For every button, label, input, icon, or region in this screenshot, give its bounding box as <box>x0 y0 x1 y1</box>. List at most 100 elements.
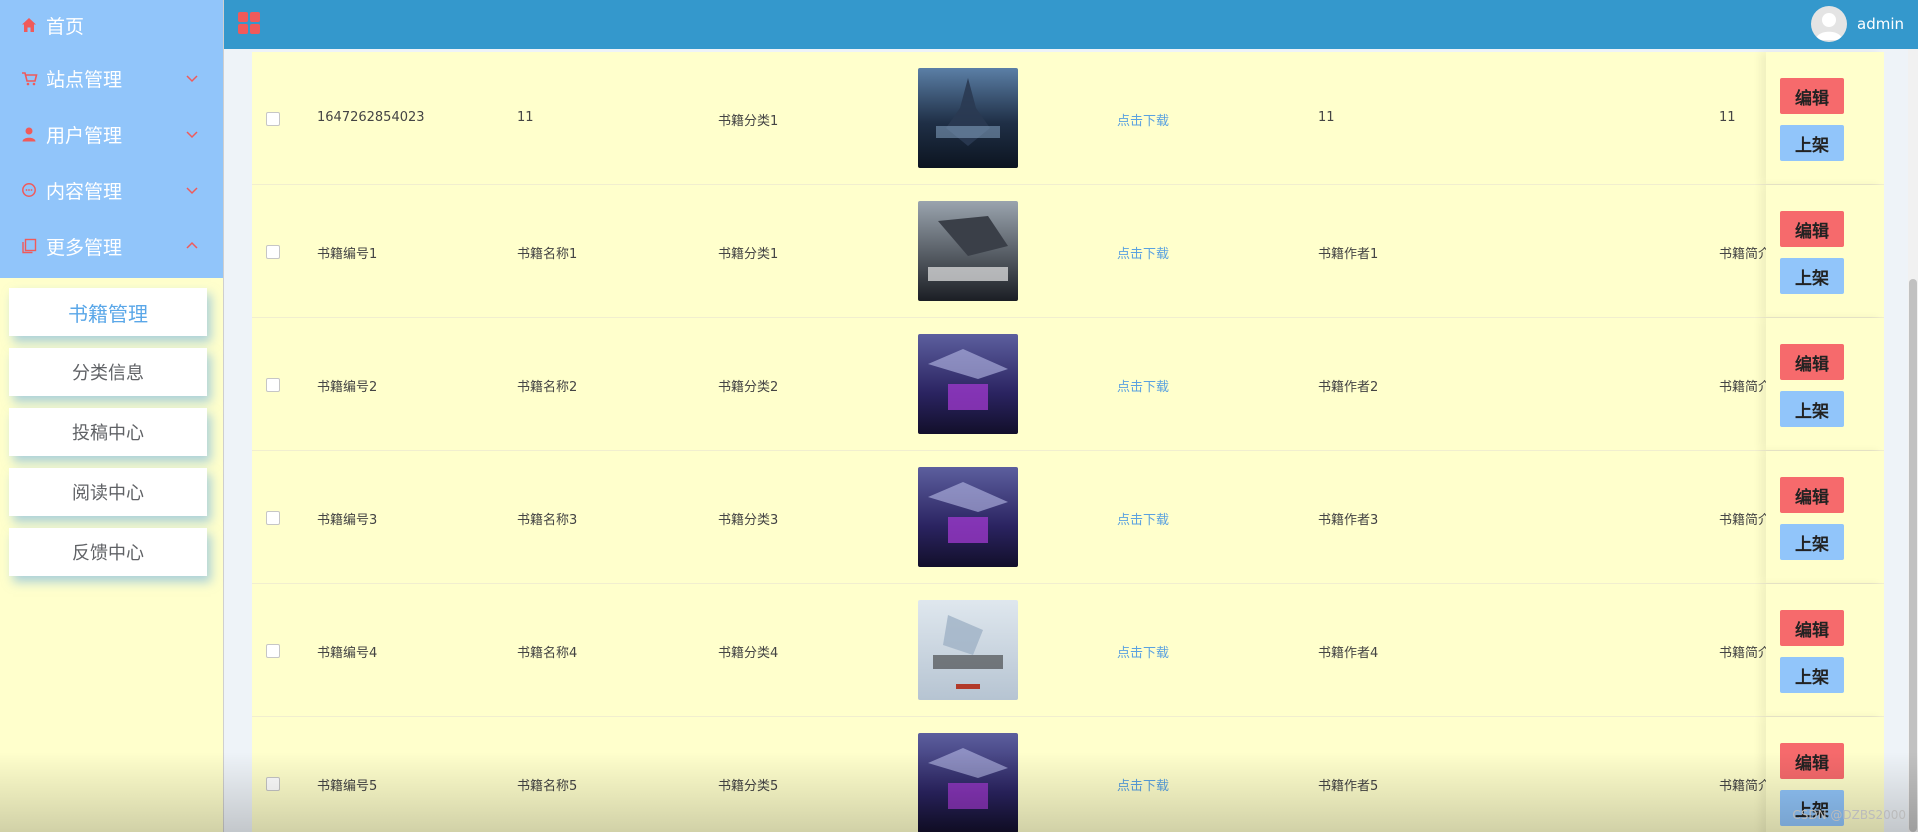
book-id: 书籍编号2 <box>317 380 378 395</box>
book-id: 书籍编号4 <box>317 646 378 661</box>
book-category: 书籍分类3 <box>718 513 779 528</box>
sidebar: 首页 站点管理 用户管理 内容管理 更多管理 书籍管理 分类信息 投稿中心 阅读… <box>0 0 224 832</box>
submenu-item-books[interactable]: 书籍管理 <box>9 288 207 336</box>
table-row: 1647262854023 11 书籍分类1 点击下载 11 11 编辑 上架 <box>252 52 1884 185</box>
action-column: 编辑 上架 <box>1766 451 1884 583</box>
sidebar-item-label: 内容管理 <box>46 180 123 203</box>
chevron-up-icon <box>186 241 198 249</box>
edit-button[interactable]: 编辑 <box>1780 211 1844 247</box>
shelf-button[interactable]: 上架 <box>1780 524 1844 560</box>
book-name: 11 <box>517 110 534 125</box>
book-category: 书籍分类4 <box>718 646 779 661</box>
submenu-item-categories[interactable]: 分类信息 <box>9 348 207 396</box>
book-author: 11 <box>1318 110 1335 125</box>
username: admin <box>1857 15 1904 33</box>
book-cover-image <box>918 68 1018 168</box>
scrollbar[interactable] <box>1908 49 1918 832</box>
row-checkbox[interactable] <box>266 112 280 126</box>
book-cover-image <box>918 600 1018 700</box>
shelf-button[interactable]: 上架 <box>1780 657 1844 693</box>
grid-icon[interactable] <box>238 12 260 34</box>
avatar <box>1811 6 1847 42</box>
submenu-item-feedback[interactable]: 反馈中心 <box>9 528 207 576</box>
book-cover-image <box>918 467 1018 567</box>
sidebar-menu: 首页 站点管理 用户管理 内容管理 更多管理 <box>0 0 223 278</box>
book-table: 1647262854023 11 书籍分类1 点击下载 11 11 编辑 上架 … <box>252 52 1884 832</box>
edit-button[interactable]: 编辑 <box>1780 344 1844 380</box>
download-link[interactable]: 点击下载 <box>1117 243 1169 262</box>
book-intro: 书籍简介1 <box>1719 247 1769 262</box>
sidebar-item-label: 首页 <box>46 15 85 38</box>
table-row: 书籍编号4 书籍名称4 书籍分类4 点击下载 书籍作者4 书籍简介4 编辑 上架 <box>252 584 1884 717</box>
table-row: 书籍编号3 书籍名称3 书籍分类3 点击下载 书籍作者3 书籍简介3 编辑 上架 <box>252 451 1884 584</box>
book-author: 书籍作者1 <box>1318 247 1379 262</box>
table-row: 书籍编号2 书籍名称2 书籍分类2 点击下载 书籍作者2 书籍简介2 编辑 上架 <box>252 318 1884 451</box>
chevron-down-icon <box>186 75 198 83</box>
edit-button[interactable]: 编辑 <box>1780 743 1844 779</box>
book-cover-image <box>918 201 1018 301</box>
download-link[interactable]: 点击下载 <box>1117 775 1169 794</box>
edit-button[interactable]: 编辑 <box>1780 477 1844 513</box>
scrollbar-thumb[interactable] <box>1909 279 1917 832</box>
copy-icon <box>20 237 38 255</box>
action-column: 编辑 上架 <box>1766 318 1884 450</box>
download-link[interactable]: 点击下载 <box>1117 642 1169 661</box>
row-checkbox[interactable] <box>266 644 280 658</box>
book-author: 书籍作者4 <box>1318 646 1379 661</box>
row-checkbox[interactable] <box>266 777 280 791</box>
book-name: 书籍名称4 <box>517 646 578 661</box>
row-checkbox[interactable] <box>266 378 280 392</box>
chevron-down-icon <box>186 187 198 195</box>
book-intro: 书籍简介3 <box>1719 513 1769 528</box>
shelf-button[interactable]: 上架 <box>1780 391 1844 427</box>
book-intro: 书籍简介2 <box>1719 380 1769 395</box>
table-row: 书籍编号1 书籍名称1 书籍分类1 点击下载 书籍作者1 书籍简介1 编辑 上架 <box>252 185 1884 318</box>
book-id: 书籍编号5 <box>317 779 378 794</box>
edit-button[interactable]: 编辑 <box>1780 610 1844 646</box>
chevron-down-icon <box>186 131 198 139</box>
sidebar-item-label: 更多管理 <box>46 236 123 259</box>
row-checkbox[interactable] <box>266 245 280 259</box>
submenu: 书籍管理 分类信息 投稿中心 阅读中心 反馈中心 <box>0 278 223 576</box>
action-column: 编辑 上架 <box>1766 584 1884 716</box>
top-header: admin <box>224 0 1918 49</box>
book-intro: 11 <box>1719 110 1736 125</box>
sidebar-item-label: 用户管理 <box>46 124 123 147</box>
shelf-button[interactable]: 上架 <box>1780 125 1844 161</box>
book-id: 书籍编号1 <box>317 247 378 262</box>
book-author: 书籍作者3 <box>1318 513 1379 528</box>
user-icon <box>20 125 38 143</box>
book-name: 书籍名称5 <box>517 779 578 794</box>
home-icon <box>20 16 38 34</box>
edit-button[interactable]: 编辑 <box>1780 78 1844 114</box>
book-category: 书籍分类5 <box>718 779 779 794</box>
book-cover-image <box>918 733 1018 832</box>
row-checkbox[interactable] <box>266 511 280 525</box>
submenu-item-submissions[interactable]: 投稿中心 <box>9 408 207 456</box>
chat-icon <box>20 181 38 199</box>
download-link[interactable]: 点击下载 <box>1117 509 1169 528</box>
cart-icon <box>20 69 38 87</box>
shelf-button[interactable]: 上架 <box>1780 258 1844 294</box>
book-cover-image <box>918 334 1018 434</box>
sidebar-item-label: 站点管理 <box>46 68 123 91</box>
book-category: 书籍分类2 <box>718 380 779 395</box>
book-author: 书籍作者2 <box>1318 380 1379 395</box>
book-category: 书籍分类1 <box>718 114 779 129</box>
sidebar-item-more[interactable]: 更多管理 <box>0 218 223 274</box>
action-column: 编辑 上架 <box>1766 185 1884 317</box>
sidebar-item-users[interactable]: 用户管理 <box>0 106 223 162</box>
book-intro: 书籍简介5 <box>1719 779 1769 794</box>
book-id: 书籍编号3 <box>317 513 378 528</box>
user-menu[interactable]: admin <box>1811 4 1904 44</box>
book-category: 书籍分类1 <box>718 247 779 262</box>
watermark: CSDN @DZBS2000 <box>1792 808 1906 822</box>
book-name: 书籍名称3 <box>517 513 578 528</box>
sidebar-item-content[interactable]: 内容管理 <box>0 162 223 218</box>
book-intro: 书籍简介4 <box>1719 646 1769 661</box>
submenu-item-reading[interactable]: 阅读中心 <box>9 468 207 516</box>
download-link[interactable]: 点击下载 <box>1117 376 1169 395</box>
sidebar-item-site[interactable]: 站点管理 <box>0 50 223 106</box>
sidebar-item-home[interactable]: 首页 <box>0 0 223 50</box>
download-link[interactable]: 点击下载 <box>1117 110 1169 129</box>
